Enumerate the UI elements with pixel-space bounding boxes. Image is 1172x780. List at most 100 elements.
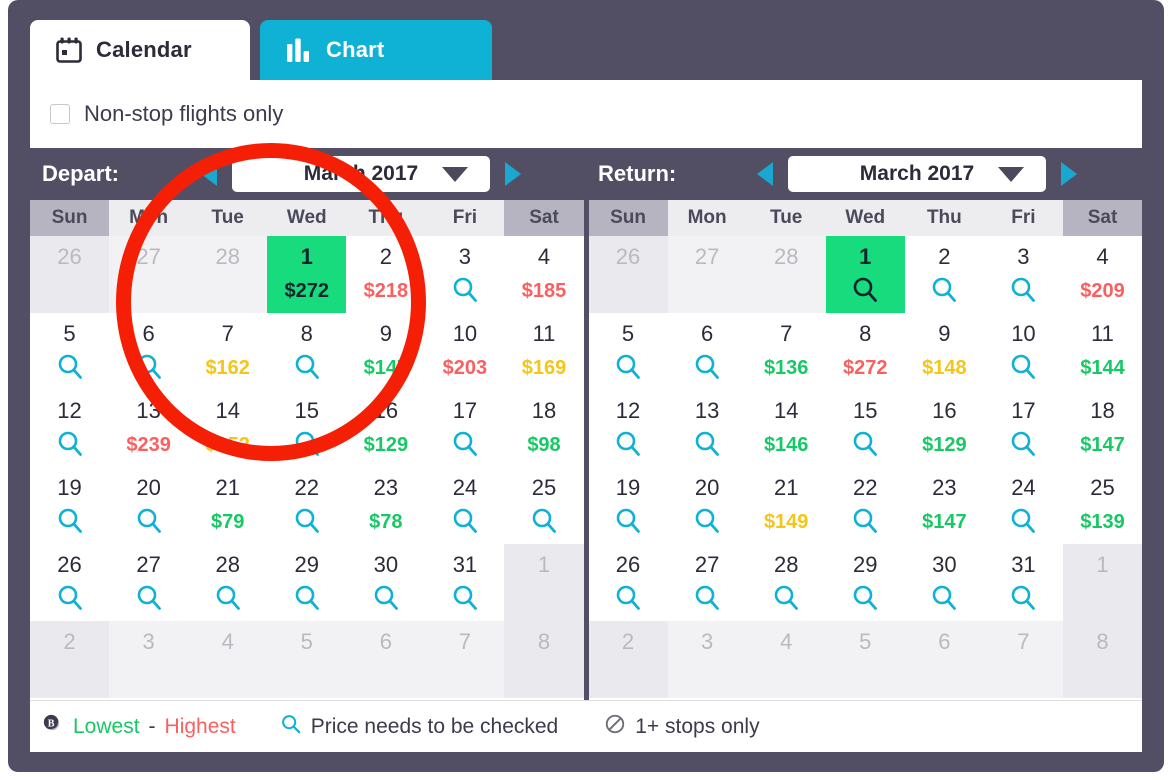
day-number: 2: [938, 244, 951, 269]
dow-sat: Sat: [504, 200, 584, 236]
calendar-day-cell[interactable]: 11 $144: [1062, 313, 1143, 390]
calendar-day-cell[interactable]: 28: [188, 544, 268, 621]
calendar-day-cell[interactable]: 15: [825, 390, 905, 467]
calendar-day-cell[interactable]: 1 $272: [267, 236, 347, 313]
calendar-day-cell[interactable]: 22: [267, 467, 347, 544]
calendar-day-cell[interactable]: 5: [30, 313, 110, 390]
calendar-day-cell[interactable]: 14 $146: [746, 390, 826, 467]
calendar-day-cell[interactable]: 13: [667, 390, 747, 467]
calendar-day-cell[interactable]: 21 $149: [746, 467, 826, 544]
calendar-day-cell[interactable]: 27: [667, 544, 747, 621]
calendar-day-cell[interactable]: 23 $147: [904, 467, 984, 544]
day-number: 26: [615, 552, 641, 577]
calendar-day-cell: 3: [109, 621, 189, 698]
calendar-day-cell[interactable]: 12: [30, 390, 110, 467]
magnifier-icon: [1012, 277, 1036, 302]
day-price: $209: [1080, 280, 1125, 302]
calendar-day-cell[interactable]: 19: [30, 467, 110, 544]
calendar-day-cell[interactable]: 12: [588, 390, 668, 467]
magnifier-icon: [1012, 431, 1036, 456]
calendar-day-cell[interactable]: 18 $98: [504, 390, 584, 467]
tab-calendar[interactable]: Calendar: [30, 20, 250, 80]
calendar-day-cell: 28: [188, 236, 268, 313]
tab-chart[interactable]: Chart: [260, 20, 492, 80]
calendar-day-cell[interactable]: 16 $129: [346, 390, 426, 467]
calendar-day-cell: 28: [746, 236, 826, 313]
day-number: 6: [379, 629, 392, 654]
day-number: 23: [373, 475, 399, 500]
calendar-day-cell[interactable]: 20: [667, 467, 747, 544]
return-prev-month-button[interactable]: [748, 148, 782, 200]
calendar-day-cell: 7: [983, 621, 1063, 698]
calendar-day-cell[interactable]: 17: [983, 390, 1063, 467]
calendar-day-cell[interactable]: 3: [425, 236, 505, 313]
nonstop-filter-row: Non-stop flights only: [30, 80, 1142, 148]
calendar-day-cell[interactable]: 31: [983, 544, 1063, 621]
calendar-day-cell[interactable]: 30: [346, 544, 426, 621]
calendar-day-cell[interactable]: 25 $139: [1062, 467, 1143, 544]
calendar-day-cell[interactable]: 4 $185: [504, 236, 584, 313]
calendar-day-cell[interactable]: 15: [267, 390, 347, 467]
return-month-selector: Return: March 2017: [586, 148, 1142, 200]
calendars-container: Sun Mon Tue Wed Thu Fri Sat 26 27 28 1 $272 2 $218 3 4 $…: [30, 200, 1143, 700]
depart-next-month-button[interactable]: [496, 148, 530, 200]
calendar-day-cell[interactable]: 26: [588, 544, 668, 621]
depart-prev-month-button[interactable]: [192, 148, 226, 200]
calendar-day-cell[interactable]: 29: [825, 544, 905, 621]
legend-highest-label: Highest: [164, 714, 236, 738]
calendar-day-cell[interactable]: 11 $169: [504, 313, 584, 390]
calendar-day-cell[interactable]: 31: [425, 544, 505, 621]
return-month-dropdown[interactable]: March 2017: [788, 156, 1046, 192]
calendar-day-cell[interactable]: 26: [30, 544, 110, 621]
calendar-day-cell[interactable]: 16 $129: [904, 390, 984, 467]
calendar-day-cell[interactable]: 14 $152: [188, 390, 268, 467]
depart-month-dropdown[interactable]: March 2017: [232, 156, 490, 192]
day-number: 26: [57, 552, 82, 577]
calendar-day-cell[interactable]: 6: [667, 313, 747, 390]
calendar-day-cell[interactable]: 2: [904, 236, 984, 313]
calendar-day-cell[interactable]: 28: [746, 544, 826, 621]
day-number: 30: [373, 552, 399, 577]
calendar-day-cell[interactable]: 23 $78: [346, 467, 426, 544]
day-number: 5: [63, 321, 76, 346]
calendar-day-cell[interactable]: 24: [425, 467, 505, 544]
calendar-day-cell: 26: [30, 236, 110, 313]
calendar-day-cell[interactable]: 10: [983, 313, 1063, 390]
calendar-day-cell[interactable]: 18 $147: [1062, 390, 1143, 467]
calendar-day-cell: 4: [746, 621, 826, 698]
calendar-day-cell[interactable]: 2 $218: [346, 236, 426, 313]
day-number: 30: [932, 552, 957, 577]
calendar-day-cell[interactable]: 21 $79: [188, 467, 268, 544]
calendar-day-cell[interactable]: 22: [825, 467, 905, 544]
calendar-day-cell[interactable]: 13 $239: [109, 390, 189, 467]
day-number: 26: [57, 244, 82, 269]
calendar-day-cell[interactable]: 3: [983, 236, 1063, 313]
calendar-day-cell[interactable]: 6: [109, 313, 189, 390]
dow-sun: Sun: [588, 200, 668, 236]
calendar-day-cell[interactable]: 5: [588, 313, 668, 390]
calendar-day-cell[interactable]: 30: [904, 544, 984, 621]
calendar-day-cell[interactable]: 7 $162: [188, 313, 268, 390]
calendar-day-cell[interactable]: 10 $203: [425, 313, 505, 390]
calendar-day-cell[interactable]: 8 $272: [825, 313, 905, 390]
calendar-day-cell[interactable]: 1: [825, 236, 905, 313]
day-number: 6: [700, 321, 714, 346]
calendar-day-cell[interactable]: 17: [425, 390, 505, 467]
calendar-day-cell[interactable]: 9 $147: [346, 313, 426, 390]
day-number: 28: [773, 244, 799, 269]
calendar-day-cell[interactable]: 20: [109, 467, 189, 544]
calendar-day-cell[interactable]: 19: [588, 467, 668, 544]
calendar-day-cell[interactable]: 4 $209: [1062, 236, 1143, 313]
calendar-day-cell[interactable]: 25: [504, 467, 584, 544]
calendar-day-cell[interactable]: 24: [983, 467, 1063, 544]
calendar-day-cell[interactable]: 9 $148: [904, 313, 984, 390]
calendar-day-cell[interactable]: 8: [267, 313, 347, 390]
calendar-day-cell[interactable]: 7 $136: [746, 313, 826, 390]
calendar-day-cell[interactable]: 27: [109, 544, 189, 621]
return-next-month-button[interactable]: [1052, 148, 1086, 200]
day-number: 23: [932, 475, 957, 500]
day-number: 20: [136, 475, 161, 500]
magnifier-icon: [1012, 354, 1036, 379]
nonstop-checkbox[interactable]: [50, 104, 70, 124]
calendar-day-cell[interactable]: 29: [267, 544, 347, 621]
